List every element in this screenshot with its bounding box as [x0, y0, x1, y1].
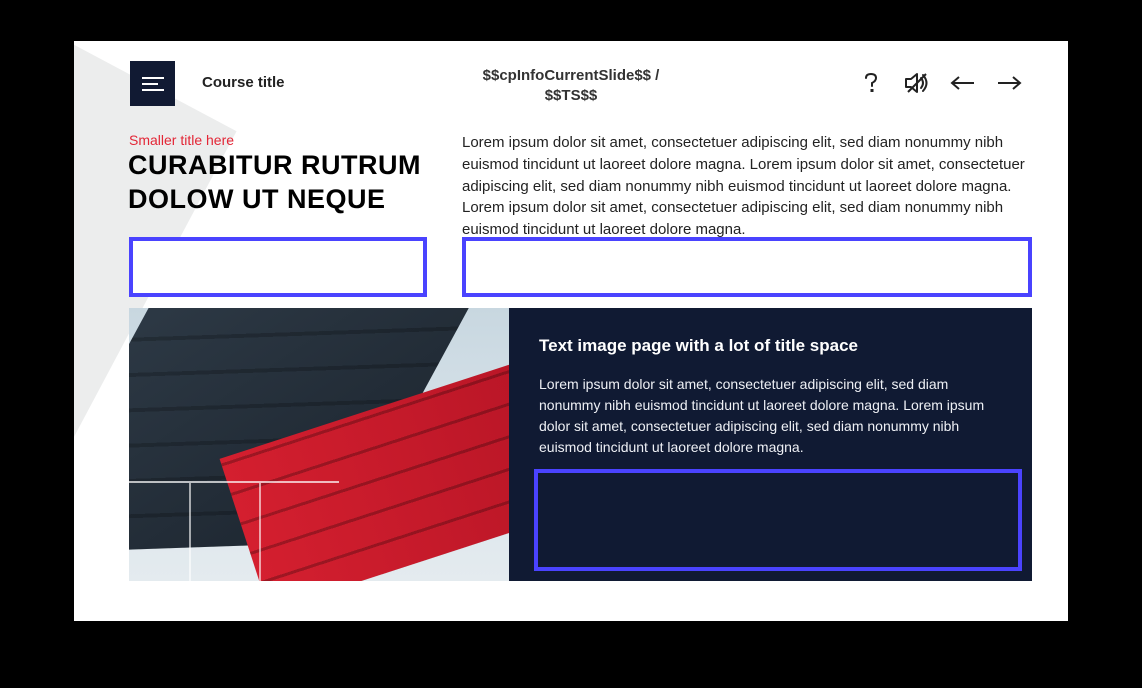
header-bar: Course title $$cpInfoCurrentSlide$$ / $$…: [74, 41, 1068, 111]
help-icon: [862, 72, 880, 99]
small-title: Smaller title here: [129, 132, 234, 148]
frame-shadow: [74, 621, 1068, 649]
body-paragraph: Lorem ipsum dolor sit amet, consectetuer…: [462, 132, 1034, 241]
next-button[interactable]: [992, 71, 1026, 99]
arrow-right-icon: [996, 76, 1022, 95]
placeholder-box-card[interactable]: [534, 469, 1022, 571]
placeholder-box-right[interactable]: [462, 237, 1032, 297]
prev-button[interactable]: [946, 71, 980, 99]
help-button[interactable]: [854, 71, 888, 99]
mute-button[interactable]: [900, 71, 934, 99]
arrow-left-icon: [950, 76, 976, 95]
placeholder-box-left[interactable]: [129, 237, 427, 297]
slide-frame: Course title $$cpInfoCurrentSlide$$ / $$…: [74, 41, 1068, 621]
page-title: CURABITUR RUTRUM DOLOW UT NEQUE: [128, 149, 468, 217]
speaker-muted-icon: [904, 72, 930, 99]
content-image: [129, 308, 509, 581]
card-title: Text image page with a lot of title spac…: [539, 336, 1002, 356]
card-text: Lorem ipsum dolor sit amet, consectetuer…: [539, 374, 1002, 458]
